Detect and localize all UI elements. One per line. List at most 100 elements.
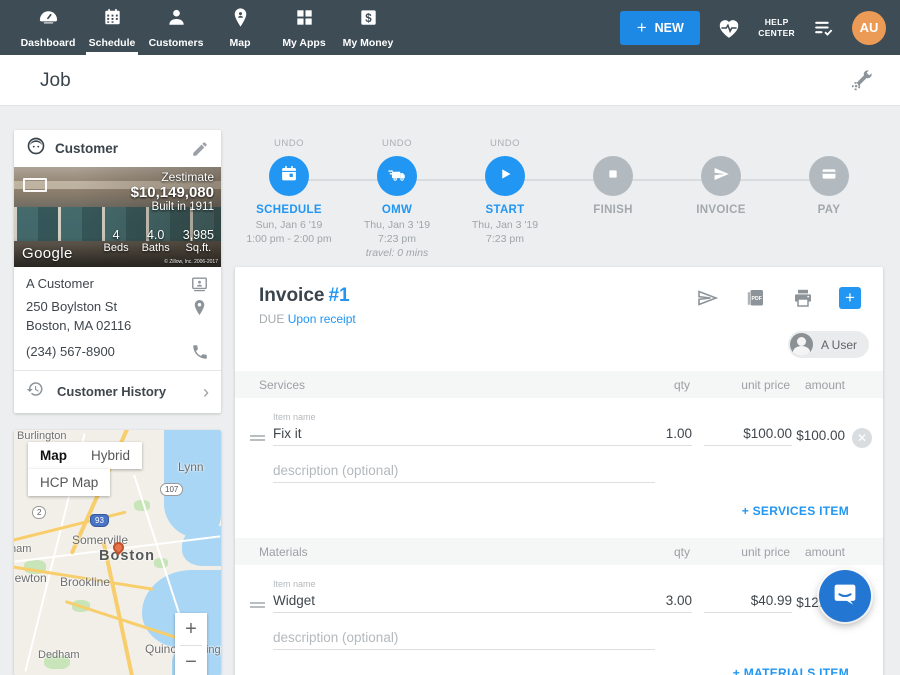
- customer-face-icon: [26, 136, 46, 161]
- contact-card-icon[interactable]: [190, 275, 209, 294]
- item-description-input[interactable]: [273, 628, 655, 650]
- invoice-step-button[interactable]: [701, 156, 741, 196]
- nav-label: Map: [230, 37, 251, 49]
- plus-icon: +: [637, 18, 647, 38]
- print-icon[interactable]: [791, 286, 815, 310]
- start-step-button[interactable]: [485, 156, 525, 196]
- history-clock-icon: [26, 380, 44, 403]
- step-start: UNDO START Thu, Jan 3 '197:23 pm: [451, 138, 559, 246]
- map-type-map-button[interactable]: Map: [28, 442, 79, 469]
- item-qty-input[interactable]: [620, 591, 692, 613]
- step-label: START: [451, 204, 559, 216]
- item-description-input[interactable]: [273, 461, 655, 483]
- pdf-icon[interactable]: PDF: [743, 286, 767, 310]
- item-name-input[interactable]: [273, 591, 655, 613]
- due-terms-link[interactable]: Upon receipt: [288, 312, 356, 326]
- assignee-name: A User: [821, 338, 857, 352]
- zoom-out-button[interactable]: −: [175, 646, 207, 675]
- col-qty: qty: [674, 545, 690, 559]
- map-type-hybrid-button[interactable]: Hybrid: [79, 442, 142, 469]
- photo-copyright: © Zillow, Inc. 2006-2017: [164, 259, 218, 265]
- remove-item-icon[interactable]: ✕: [852, 428, 872, 448]
- support-chat-button[interactable]: [819, 570, 871, 622]
- health-heart-pulse-icon[interactable]: [716, 15, 742, 41]
- undo-link[interactable]: UNDO: [451, 138, 559, 152]
- built-year: Built in 1911: [131, 201, 214, 213]
- nav-items: Dashboard Schedule Customers Map My Apps…: [16, 0, 400, 55]
- zoom-in-button[interactable]: +: [175, 613, 207, 645]
- svg-text:$: $: [365, 13, 372, 25]
- materials-section-header: Materials qty unit price amount: [235, 538, 883, 565]
- nav-item-customers[interactable]: Customers: [144, 0, 208, 55]
- invoice-toolbar: PDF +: [695, 286, 861, 310]
- calendar-icon: [278, 163, 300, 190]
- address-line2: Boston, MA 02116: [26, 318, 131, 333]
- streetview-frame-icon: [23, 178, 47, 192]
- nav-item-map[interactable]: Map: [208, 0, 272, 55]
- item-qty-input[interactable]: [620, 424, 692, 446]
- send-invoice-icon[interactable]: [695, 286, 719, 310]
- map-widget[interactable]: Burlington Lynn Somerville ham Boston Br…: [14, 430, 221, 675]
- phone-icon[interactable]: [191, 343, 209, 361]
- nav-item-dashboard[interactable]: Dashboard: [16, 0, 80, 55]
- playlist-check-icon[interactable]: [811, 15, 836, 40]
- item-name-input[interactable]: [273, 424, 655, 446]
- add-materials-item-link[interactable]: + MATERIALS ITEM: [733, 666, 849, 675]
- item-amount: $100.00: [765, 428, 845, 443]
- help-center-link[interactable]: HELP CENTER: [758, 17, 795, 38]
- nav-item-my-apps[interactable]: My Apps: [272, 0, 336, 55]
- omw-step-button[interactable]: [377, 156, 417, 196]
- property-photo: Zestimate $10,149,080 Built in 1911 4Bed…: [14, 167, 221, 267]
- send-icon: [710, 163, 732, 190]
- invoice-due: DUE Upon receipt: [259, 312, 356, 326]
- user-avatar[interactable]: AU: [852, 11, 886, 45]
- dashboard-gauge-icon: [37, 6, 60, 34]
- nav-label: My Apps: [282, 37, 325, 49]
- customer-phone: (234) 567-8900: [26, 343, 191, 362]
- finish-step-button[interactable]: [593, 156, 633, 196]
- pay-step-button[interactable]: [809, 156, 849, 196]
- interstate-93-shield: 93: [90, 514, 109, 527]
- zestimate-value: $10,149,080: [131, 184, 214, 201]
- page-header: Job: [0, 55, 900, 106]
- play-icon: [494, 163, 516, 190]
- job-settings-wrench-icon[interactable]: [849, 68, 874, 98]
- step-label: PAY: [775, 204, 883, 216]
- customer-name-row: A Customer: [26, 275, 209, 294]
- map-label: Newton: [14, 571, 47, 585]
- invoice-number: #1: [328, 285, 349, 306]
- svg-text:PDF: PDF: [752, 296, 762, 302]
- credit-card-icon: [818, 163, 840, 190]
- zestimate-label: Zestimate: [131, 170, 214, 184]
- map-label-boston: Boston: [99, 548, 155, 564]
- map-label: Dedham: [38, 649, 80, 661]
- map-label: Lynn: [178, 460, 204, 474]
- schedule-step-button[interactable]: [269, 156, 309, 196]
- map-pin-icon: [229, 6, 252, 34]
- customer-history-link[interactable]: Customer History ›: [14, 371, 221, 412]
- undo-link[interactable]: UNDO: [343, 138, 451, 152]
- property-stats: 4Beds 4.0Baths 3,985Sq.ft.: [104, 228, 215, 254]
- map-label: Burlington: [17, 430, 67, 442]
- undo-link[interactable]: UNDO: [235, 138, 343, 152]
- nav-right: + NEW HELP CENTER AU: [620, 0, 900, 55]
- col-amount: amount: [805, 378, 845, 392]
- col-unit-price: unit price: [741, 545, 790, 559]
- money-dollar-icon: $: [357, 6, 380, 34]
- edit-pencil-icon[interactable]: [191, 140, 209, 158]
- drag-handle[interactable]: [250, 600, 265, 610]
- location-pin-icon[interactable]: [190, 298, 209, 317]
- invoice-card: Invoice#1 DUE Upon receipt PDF + A User …: [235, 267, 883, 675]
- map-type-hcp-button[interactable]: HCP Map: [28, 469, 110, 496]
- col-unit-price: unit price: [741, 378, 790, 392]
- truck-icon: [386, 163, 408, 190]
- nav-item-my-money[interactable]: $ My Money: [336, 0, 400, 55]
- assignee-chip[interactable]: A User: [788, 331, 869, 358]
- customer-card: Customer Zestimate $10,149,080 Built in …: [14, 130, 221, 413]
- nav-item-schedule[interactable]: Schedule: [80, 0, 144, 55]
- add-invoice-button[interactable]: +: [839, 287, 861, 309]
- nav-label: Customers: [149, 37, 204, 49]
- add-services-item-link[interactable]: + SERVICES ITEM: [742, 504, 849, 518]
- drag-handle[interactable]: [250, 433, 265, 443]
- new-button[interactable]: + NEW: [620, 11, 700, 45]
